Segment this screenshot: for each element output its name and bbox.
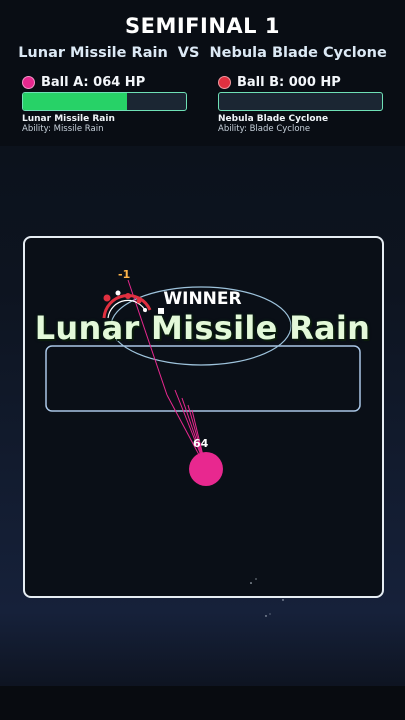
footer-bar: [0, 686, 405, 720]
spark-particles: [250, 578, 284, 617]
inner-platform: [45, 345, 361, 412]
winner-name: Lunar Missile Rain: [34, 309, 371, 347]
winner-label: WINNER: [163, 289, 242, 309]
arena-scene: [45, 279, 361, 617]
ball-a-sprite: [189, 452, 223, 486]
ball-a-hp-floating-label: 64: [193, 437, 209, 450]
damage-popup: -1: [118, 268, 131, 281]
